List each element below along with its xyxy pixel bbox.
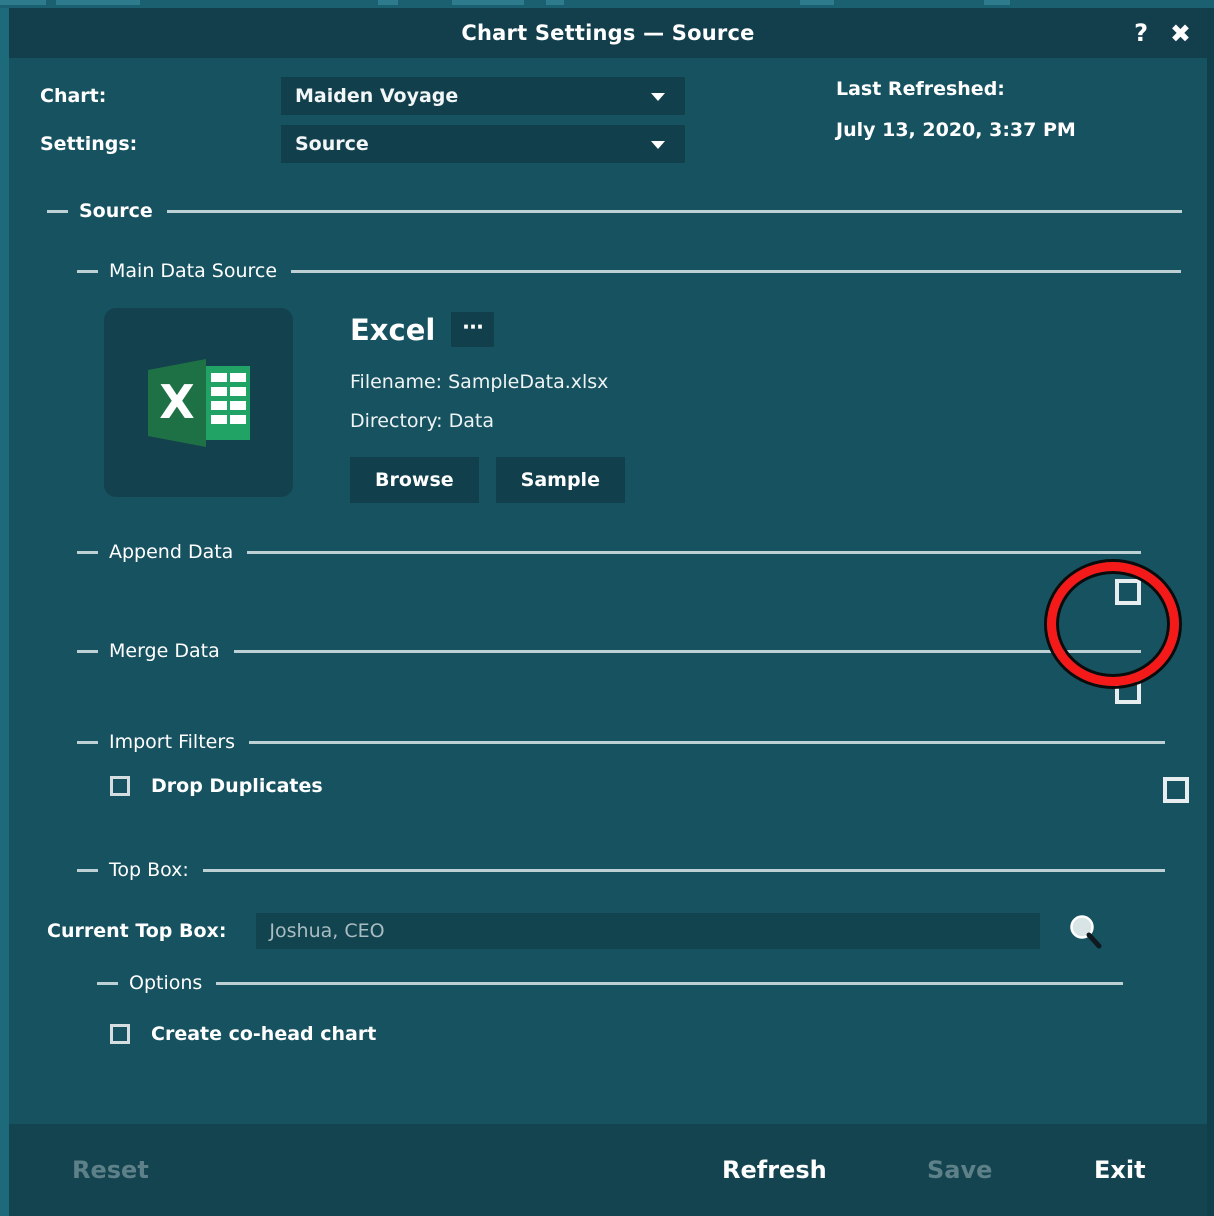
browse-button[interactable]: Browse bbox=[350, 457, 479, 503]
group-dash bbox=[97, 982, 118, 985]
chart-dropdown[interactable]: Maiden Voyage bbox=[281, 77, 685, 115]
close-icon[interactable]: ✖ bbox=[1170, 21, 1191, 46]
group-dash bbox=[77, 741, 98, 744]
last-refreshed-value: July 13, 2020, 3:37 PM bbox=[836, 121, 1076, 140]
group-rule bbox=[234, 650, 1141, 653]
group-dash bbox=[77, 869, 98, 872]
more-options-button[interactable]: ⋯ bbox=[451, 312, 494, 347]
drop-duplicates-checkbox[interactable] bbox=[110, 776, 130, 796]
dialog-title: Chart Settings — Source bbox=[461, 21, 754, 45]
group-rule bbox=[167, 210, 1182, 213]
group-main-data-source-title: Main Data Source bbox=[109, 260, 277, 282]
svg-text:X: X bbox=[159, 375, 194, 429]
drop-duplicates-label: Drop Duplicates bbox=[151, 775, 323, 797]
magnifier-icon[interactable] bbox=[1065, 911, 1105, 951]
settings-label: Settings: bbox=[40, 133, 281, 155]
chevron-down-icon bbox=[651, 141, 665, 149]
group-append-data-title: Append Data bbox=[109, 541, 233, 563]
settings-dropdown[interactable]: Source bbox=[281, 125, 685, 163]
group-rule bbox=[216, 982, 1123, 985]
parent-window-strip bbox=[0, 0, 1214, 8]
settings-dropdown-value: Source bbox=[295, 133, 369, 155]
exit-button[interactable]: Exit bbox=[1094, 1156, 1146, 1184]
append-data-row bbox=[77, 565, 1141, 621]
refresh-button[interactable]: Refresh bbox=[722, 1156, 827, 1184]
create-cohead-row: Create co-head chart bbox=[110, 1023, 1123, 1045]
drop-duplicates-row: Drop Duplicates bbox=[77, 755, 1165, 817]
excel-logo-svg: X bbox=[140, 344, 258, 462]
current-top-box-row: Current Top Box: Joshua, CEO bbox=[47, 911, 1207, 951]
excel-file-icon: X bbox=[104, 308, 293, 497]
data-source-details: Excel ⋯ Filename: SampleData.xlsx Direct… bbox=[350, 308, 625, 503]
chart-label: Chart: bbox=[40, 85, 281, 107]
current-top-box-input[interactable]: Joshua, CEO bbox=[256, 913, 1040, 949]
reset-button[interactable]: Reset bbox=[72, 1156, 149, 1184]
group-top-box: Top Box: bbox=[77, 857, 1165, 883]
group-append-data: Append Data bbox=[77, 539, 1141, 621]
group-options: Options Create co-head chart bbox=[97, 970, 1123, 1045]
last-refreshed-block: Last Refreshed: July 13, 2020, 3:37 PM bbox=[836, 80, 1076, 140]
data-source-provider: Excel bbox=[350, 313, 435, 347]
group-merge-data: Merge Data bbox=[77, 638, 1141, 720]
main-data-source-body: X Excel ⋯ Filename: SampleData.xlsx Dire… bbox=[104, 308, 1181, 503]
dialog-footer: Reset Refresh Save Exit bbox=[9, 1124, 1207, 1216]
chart-settings-dialog: Chart Settings — Source ? ✖ Chart: Maide… bbox=[0, 8, 1214, 1216]
group-main-data-source: Main Data Source bbox=[77, 258, 1181, 503]
append-data-checkbox[interactable] bbox=[1115, 579, 1141, 605]
window-controls: ? ✖ bbox=[1134, 8, 1191, 58]
group-dash bbox=[77, 551, 98, 554]
import-filters-checkbox[interactable] bbox=[1163, 777, 1189, 803]
directory-text: Directory: Data bbox=[350, 410, 625, 432]
chevron-down-icon bbox=[651, 93, 665, 101]
sample-button[interactable]: Sample bbox=[496, 457, 625, 503]
create-cohead-checkbox[interactable] bbox=[110, 1024, 130, 1044]
dialog-title-bar: Chart Settings — Source ? ✖ bbox=[9, 8, 1207, 58]
group-import-filters-title: Import Filters bbox=[109, 731, 235, 753]
save-button[interactable]: Save bbox=[927, 1156, 992, 1184]
group-rule bbox=[291, 270, 1181, 273]
group-import-filters: Import Filters Drop Duplicates bbox=[77, 729, 1165, 817]
chart-dropdown-value: Maiden Voyage bbox=[295, 85, 458, 107]
current-top-box-label: Current Top Box: bbox=[47, 920, 226, 942]
group-rule bbox=[249, 741, 1165, 744]
group-rule bbox=[203, 869, 1165, 872]
group-merge-data-title: Merge Data bbox=[109, 640, 220, 662]
dialog-header: Chart: Maiden Voyage Settings: Source La… bbox=[9, 58, 1207, 192]
group-source-title: Source bbox=[79, 200, 153, 222]
group-dash bbox=[77, 270, 98, 273]
group-dash bbox=[77, 650, 98, 653]
create-cohead-label: Create co-head chart bbox=[151, 1023, 376, 1045]
merge-data-checkbox[interactable] bbox=[1115, 678, 1141, 704]
filename-text: Filename: SampleData.xlsx bbox=[350, 371, 625, 393]
group-source: Source bbox=[47, 198, 1182, 224]
group-top-box-title: Top Box: bbox=[109, 859, 189, 881]
group-dash bbox=[47, 210, 68, 213]
group-rule bbox=[247, 551, 1141, 554]
group-options-title: Options bbox=[129, 972, 202, 994]
last-refreshed-label: Last Refreshed: bbox=[836, 80, 1076, 99]
merge-data-row bbox=[77, 664, 1141, 720]
dialog-content: Source Main Data Source bbox=[9, 192, 1207, 1045]
help-icon[interactable]: ? bbox=[1134, 21, 1148, 45]
